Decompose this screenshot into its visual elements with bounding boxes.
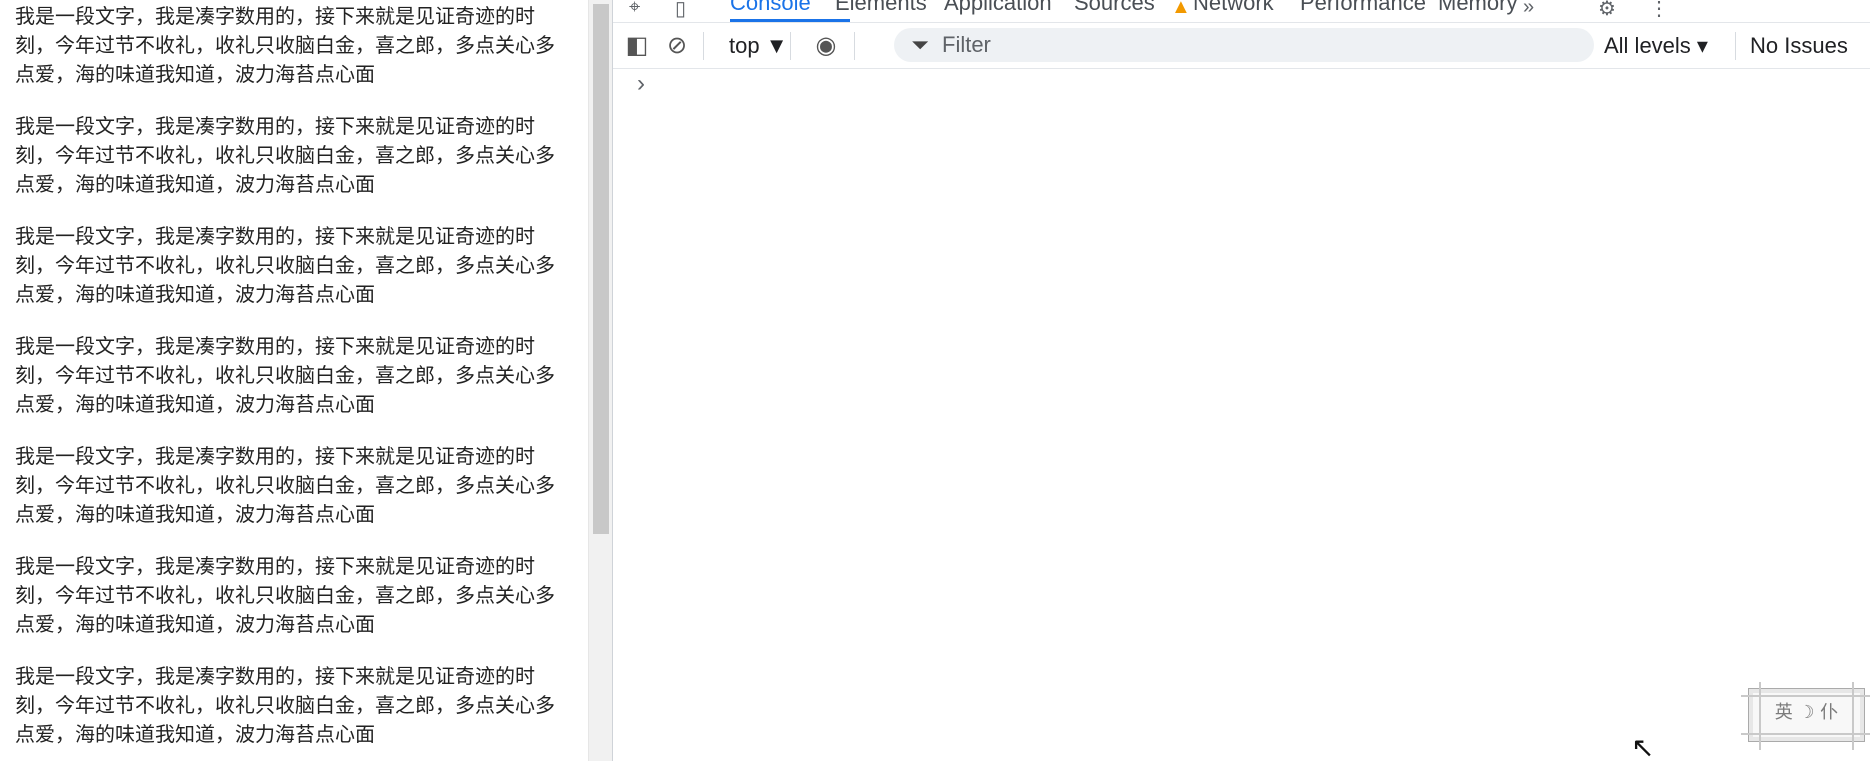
- toolbar-divider: [703, 32, 704, 60]
- devtools-tab-row: ⌖ ▯ Console Elements Application Sources…: [613, 0, 1870, 23]
- mouse-cursor-icon: ↖: [1631, 731, 1655, 761]
- console-toolbar: ◧ ⊘ top ▼ ◉ ⏷ Filter All levels ▾ No Iss…: [613, 23, 1870, 69]
- text-paragraph: 我是一段文字，我是凑字数用的，接下来就是见证奇迹的时刻，今年过节不收礼，收礼只收…: [15, 444, 555, 526]
- toolbar-divider: [1735, 32, 1736, 60]
- devtools-panel: ⌖ ▯ Console Elements Application Sources…: [612, 0, 1870, 761]
- more-options-icon[interactable]: ⋮: [1649, 0, 1669, 21]
- issues-counter[interactable]: No Issues: [1750, 30, 1848, 62]
- settings-icon[interactable]: ⚙: [1598, 0, 1616, 21]
- console-filter-input[interactable]: ⏷ Filter: [894, 28, 1594, 62]
- ime-toolbar-label: 英 ☽ 仆: [1774, 702, 1839, 723]
- text-paragraph: 我是一段文字，我是凑字数用的，接下来就是见证奇迹的时刻，今年过节不收礼，收礼只收…: [15, 334, 555, 416]
- log-levels-dropdown[interactable]: All levels ▾: [1604, 30, 1708, 62]
- text-paragraph: 我是一段文字，我是凑字数用的，接下来就是见证奇迹的时刻，今年过节不收礼，收礼只收…: [15, 664, 555, 746]
- toolbar-divider: [854, 32, 855, 60]
- active-tab-indicator: [730, 19, 850, 22]
- tab-application[interactable]: Application: [944, 0, 1052, 20]
- toolbar-divider: [790, 32, 791, 60]
- scrollbar-thumb[interactable]: [593, 4, 609, 534]
- text-paragraph: 我是一段文字，我是凑字数用的，接下来就是见证奇迹的时刻，今年过节不收礼，收礼只收…: [15, 554, 555, 636]
- page-content: 我是一段文字，我是凑字数用的，接下来就是见证奇迹的时刻，今年过节不收礼，收礼只收…: [0, 0, 590, 761]
- live-expression-eye-icon[interactable]: ◉: [810, 30, 842, 62]
- clear-console-icon[interactable]: ⊘: [661, 30, 693, 62]
- context-selector[interactable]: top ▼: [729, 30, 787, 62]
- device-toolbar-icon[interactable]: ▯: [675, 0, 686, 21]
- tab-network[interactable]: Network: [1193, 0, 1274, 20]
- ime-toolbar[interactable]: 英 ☽ 仆: [1741, 682, 1870, 750]
- console-output[interactable]: › 英 ☽ 仆: [613, 69, 1870, 761]
- webpage-panel: 我是一段文字，我是凑字数用的，接下来就是见证奇迹的时刻，今年过节不收礼，收礼只收…: [0, 0, 612, 761]
- text-paragraph: 我是一段文字，我是凑字数用的，接下来就是见证奇迹的时刻，今年过节不收礼，收礼只收…: [15, 4, 555, 86]
- tab-elements[interactable]: Elements: [835, 0, 927, 20]
- page-scrollbar[interactable]: [588, 0, 612, 761]
- tab-performance[interactable]: Performance: [1300, 0, 1426, 20]
- text-paragraph: 我是一段文字，我是凑字数用的，接下来就是见证奇迹的时刻，今年过节不收礼，收礼只收…: [15, 114, 555, 196]
- ime-frame-line: [1759, 682, 1761, 750]
- tab-memory[interactable]: Memory: [1438, 0, 1517, 20]
- warning-icon: ▲: [1171, 0, 1191, 18]
- ime-frame-line: [1852, 682, 1854, 750]
- sidebar-toggle-icon[interactable]: ◧: [621, 30, 653, 62]
- tab-console[interactable]: Console: [730, 0, 811, 20]
- filter-placeholder: Filter: [942, 32, 991, 57]
- more-tabs-icon[interactable]: »: [1523, 0, 1534, 19]
- text-paragraph: 我是一段文字，我是凑字数用的，接下来就是见证奇迹的时刻，今年过节不收礼，收礼只收…: [15, 224, 555, 306]
- filter-icon: ⏷: [911, 32, 929, 57]
- console-prompt-icon[interactable]: ›: [637, 69, 667, 99]
- inspect-element-icon[interactable]: ⌖: [629, 0, 640, 19]
- tab-sources[interactable]: Sources: [1074, 0, 1155, 20]
